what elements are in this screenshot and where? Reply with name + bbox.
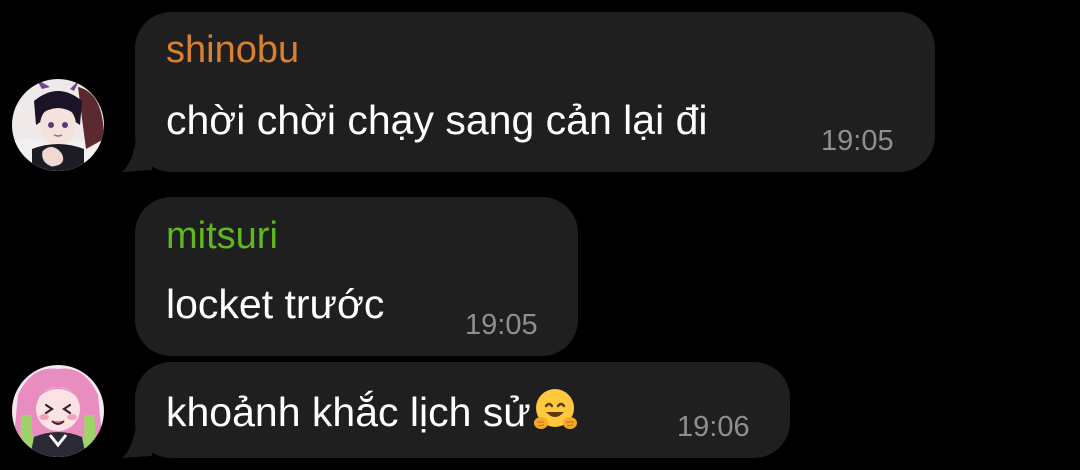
message-text: locket trước: [166, 281, 385, 327]
sender-name-shinobu[interactable]: shinobu: [166, 28, 299, 72]
hugging-face-icon: [533, 388, 579, 444]
bubble-tail-3: [122, 406, 152, 458]
sender-name-mitsuri[interactable]: mitsuri: [166, 214, 278, 258]
avatar-mitsuri[interactable]: [12, 365, 104, 457]
shinobu-avatar-icon: [12, 79, 104, 171]
bubble-tail-1: [122, 120, 152, 172]
message-time: 19:05: [465, 309, 538, 341]
message-time: 19:06: [677, 411, 750, 443]
mitsuri-avatar-icon: [12, 365, 104, 457]
message-text: chời chời chạy sang cản lại đi: [166, 97, 708, 143]
message-text-content: khoảnh khắc lịch sử: [166, 389, 531, 435]
avatar-shinobu[interactable]: [12, 79, 104, 171]
message-text: khoảnh khắc lịch sử: [166, 388, 579, 444]
message-time: 19:05: [821, 125, 894, 157]
